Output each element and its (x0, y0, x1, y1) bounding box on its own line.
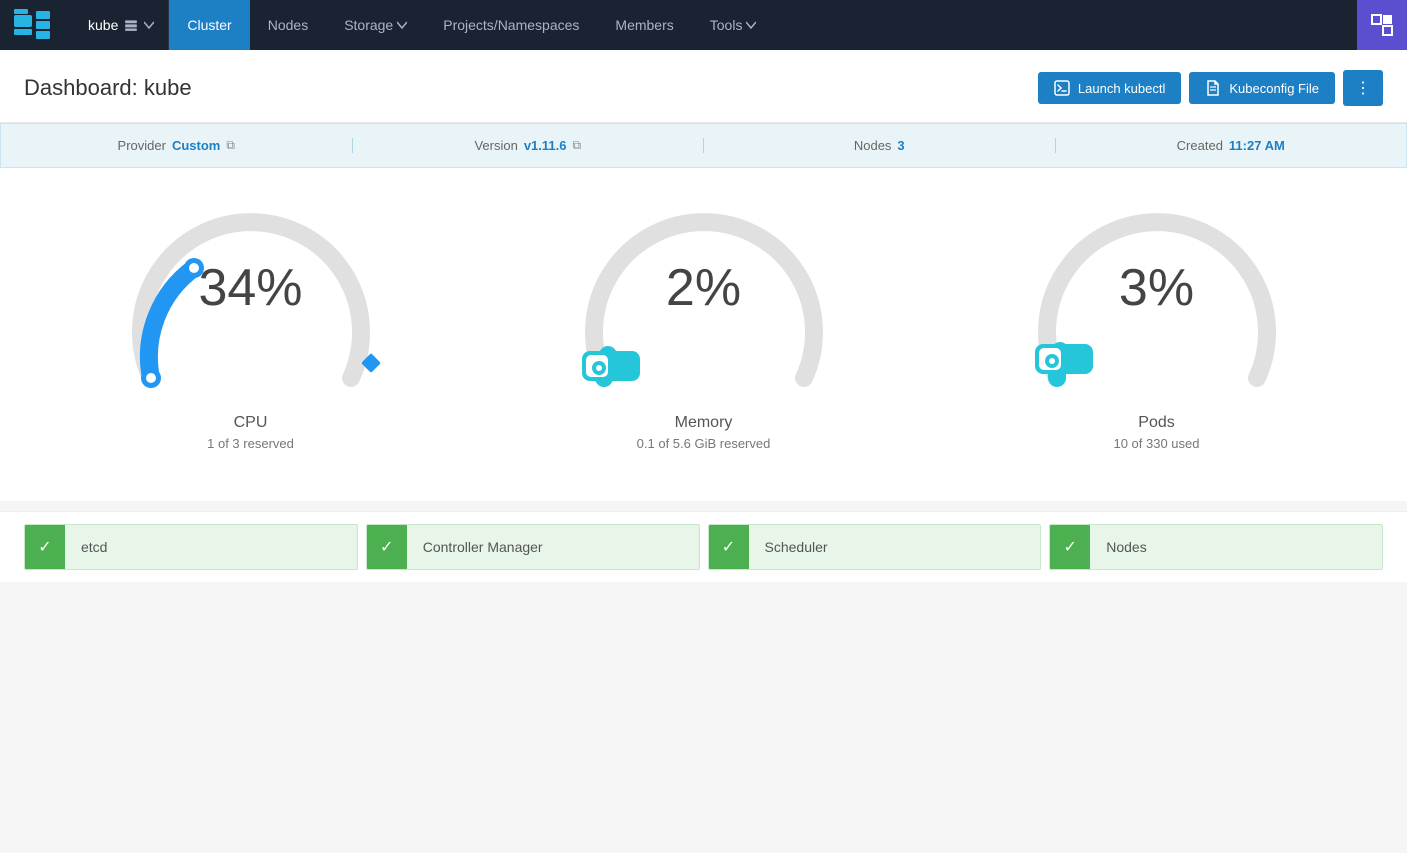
nodes-status-label: Nodes (1090, 539, 1162, 555)
terminal-icon (1054, 80, 1070, 96)
created-info: Created 11:27 AM (1055, 138, 1407, 153)
nav-item-tools[interactable]: Tools (692, 0, 775, 50)
nodes-label: Nodes (854, 138, 892, 153)
copy-version-icon[interactable]: ⧉ (572, 138, 581, 153)
pods-gauge: 3% Pods 10 of 330 used (1007, 208, 1307, 451)
kube-name: kube (88, 17, 118, 33)
nav-item-projects[interactable]: Projects/Namespaces (425, 0, 597, 50)
chevron-down-icon (746, 20, 756, 30)
page-header: Dashboard: kube Launch kubectl Kubeconfi… (0, 50, 1407, 123)
cpu-gauge-center: 34% (198, 262, 302, 314)
nav-item-members[interactable]: Members (597, 0, 691, 50)
grid-icon (1371, 14, 1393, 36)
memory-gauge: 2% Memory 0.1 of 5.6 GiB reserved (554, 208, 854, 451)
cpu-label: CPU (234, 414, 268, 432)
memory-gauge-center: 2% (666, 262, 741, 314)
pods-percent: 3% (1119, 262, 1194, 314)
gauges-row: 34% CPU 1 of 3 reserved (24, 188, 1383, 481)
grid-icon-button[interactable] (1357, 0, 1407, 50)
scheduler-label: Scheduler (749, 539, 844, 555)
cpu-gauge-svg-wrap: 34% (111, 208, 391, 408)
page-title: Dashboard: kube (24, 75, 192, 101)
scheduler-check-icon: ✓ (709, 525, 749, 569)
pods-gauge-svg-wrap: 3% (1017, 208, 1297, 408)
top-navigation: kube Cluster Nodes Storage Projects/Name… (0, 0, 1407, 50)
kubeconfig-button[interactable]: Kubeconfig File (1189, 72, 1335, 104)
memory-percent: 2% (666, 262, 741, 314)
pods-label: Pods (1138, 414, 1174, 432)
provider-info: Provider Custom ⧉ (1, 138, 352, 153)
nodes-value: 3 (897, 138, 904, 153)
nodes-info: Nodes 3 (703, 138, 1055, 153)
logo-area (0, 0, 74, 50)
nav-item-nodes[interactable]: Nodes (250, 0, 326, 50)
created-value: 11:27 AM (1229, 138, 1285, 153)
version-value: v1.11.6 (524, 138, 567, 153)
memory-gauge-svg-wrap: 2% (564, 208, 844, 408)
copy-provider-icon[interactable]: ⧉ (226, 138, 235, 153)
server-icon (124, 18, 138, 32)
version-info: Version v1.11.6 ⧉ (352, 138, 704, 153)
cpu-gauge: 34% CPU 1 of 3 reserved (101, 208, 401, 451)
nav-items: Cluster Nodes Storage Projects/Namespace… (169, 0, 1357, 50)
more-options-button[interactable]: ⋮ (1343, 70, 1383, 106)
etcd-check-icon: ✓ (25, 525, 65, 569)
status-bar: ✓ etcd ✓ Controller Manager ✓ Scheduler … (0, 511, 1407, 582)
kube-selector[interactable]: kube (74, 0, 169, 50)
provider-value: Custom (172, 138, 220, 153)
version-label: Version (474, 138, 517, 153)
nav-right (1357, 0, 1407, 50)
provider-label: Provider (118, 138, 166, 153)
header-actions: Launch kubectl Kubeconfig File ⋮ (1038, 70, 1383, 106)
memory-sublabel: 0.1 of 5.6 GiB reserved (637, 436, 771, 451)
nav-item-cluster[interactable]: Cluster (169, 0, 249, 50)
nodes-check-icon: ✓ (1050, 525, 1090, 569)
chevron-down-icon (144, 20, 154, 30)
cpu-sublabel: 1 of 3 reserved (207, 436, 294, 451)
controller-check-icon: ✓ (367, 525, 407, 569)
main-content: 34% CPU 1 of 3 reserved (0, 168, 1407, 501)
status-nodes: ✓ Nodes (1049, 524, 1383, 570)
pods-gauge-center: 3% (1119, 262, 1194, 314)
pods-sublabel: 10 of 330 used (1113, 436, 1199, 451)
status-controller-manager: ✓ Controller Manager (366, 524, 700, 570)
rancher-logo (12, 7, 62, 43)
nav-item-storage[interactable]: Storage (326, 0, 425, 50)
chevron-down-icon (397, 20, 407, 30)
status-etcd: ✓ etcd (24, 524, 358, 570)
etcd-label: etcd (65, 539, 123, 555)
file-icon (1205, 80, 1221, 96)
memory-label: Memory (675, 414, 733, 432)
launch-kubectl-button[interactable]: Launch kubectl (1038, 72, 1181, 104)
cpu-percent: 34% (198, 262, 302, 314)
info-bar: Provider Custom ⧉ Version v1.11.6 ⧉ Node… (0, 123, 1407, 168)
controller-manager-label: Controller Manager (407, 539, 559, 555)
status-scheduler: ✓ Scheduler (708, 524, 1042, 570)
created-label: Created (1177, 138, 1223, 153)
